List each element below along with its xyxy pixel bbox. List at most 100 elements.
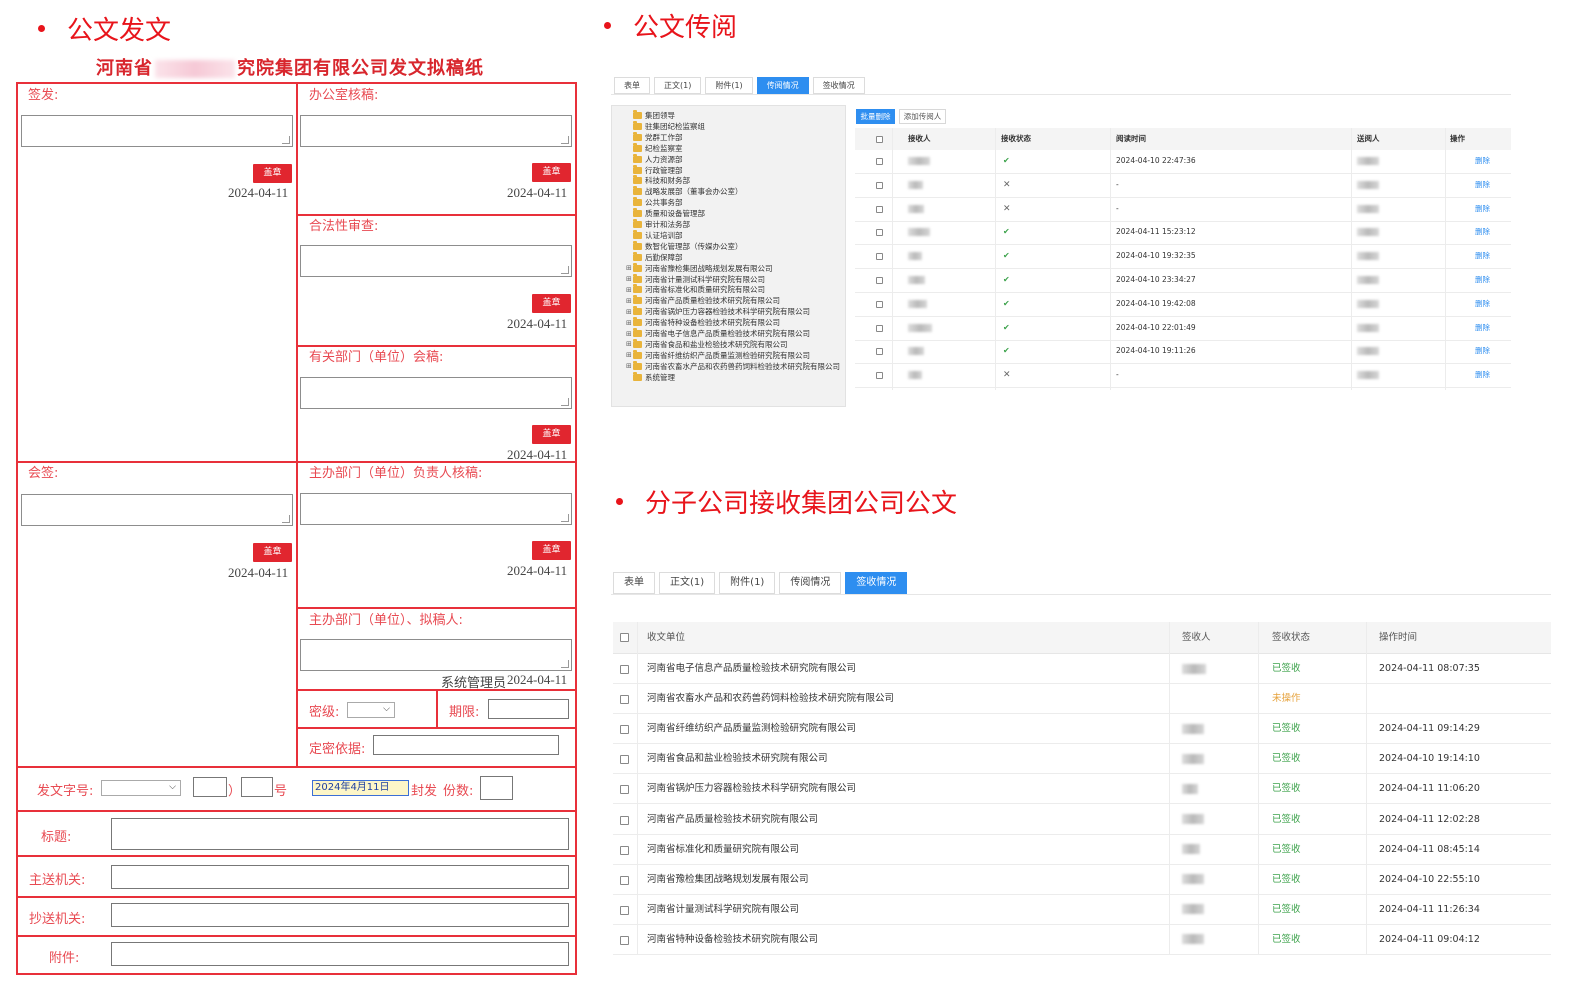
- deadline-input[interactable]: [488, 699, 569, 719]
- tree-item[interactable]: 系统管理: [626, 371, 675, 383]
- expand-icon[interactable]: ⊞: [626, 340, 633, 348]
- tab-circulation[interactable]: 传阅情况: [756, 77, 809, 94]
- tree-item[interactable]: 纪检监察室: [626, 142, 683, 154]
- sign-textarea[interactable]: [21, 115, 293, 147]
- row-checkbox[interactable]: [620, 935, 629, 945]
- legal-review-stamp-button[interactable]: 盖章: [532, 294, 571, 313]
- row-checkbox[interactable]: [620, 845, 629, 855]
- tab-receipt[interactable]: 签收情况: [845, 572, 908, 594]
- expand-icon[interactable]: ⊞: [626, 330, 633, 338]
- row-checkbox[interactable]: [876, 229, 883, 237]
- tree-item[interactable]: 审计和法务部: [626, 219, 690, 230]
- tree-item[interactable]: 战略发展部（董事会办公室）: [626, 186, 743, 197]
- delete-link[interactable]: 删除: [1475, 198, 1490, 221]
- doc-year-input[interactable]: [193, 777, 227, 797]
- doc-prefix-select[interactable]: ⌵: [101, 780, 181, 796]
- tree-item[interactable]: ⊞ 河南省标准化和质量研究院有限公司: [626, 284, 765, 295]
- tree-item[interactable]: 驻集团纪检监察组: [626, 120, 705, 132]
- copies-input[interactable]: [480, 776, 513, 800]
- seal-date-input[interactable]: 2024年4月11日: [312, 780, 409, 796]
- countersign-stamp-button[interactable]: 盖章: [253, 543, 292, 562]
- tree-item[interactable]: ⊞ 河南省农畜水产品和农药兽药饲料检验技术研究院有限公司: [626, 360, 840, 372]
- tab-circulation[interactable]: 传阅情况: [779, 572, 842, 594]
- row-checkbox[interactable]: [620, 875, 629, 885]
- row-checkbox[interactable]: [620, 755, 629, 765]
- tree-item[interactable]: ⊞ 河南省特种设备检验技术研究院有限公司: [626, 317, 780, 328]
- secret-basis-input[interactable]: [373, 735, 559, 755]
- delete-link[interactable]: 删除: [1475, 150, 1490, 173]
- expand-icon[interactable]: ⊞: [626, 308, 633, 316]
- row-checkbox[interactable]: [620, 815, 629, 825]
- office-review-stamp-button[interactable]: 盖章: [532, 163, 571, 182]
- delete-link[interactable]: 删除: [1475, 317, 1490, 340]
- dept-cosign-stamp-button[interactable]: 盖章: [532, 425, 571, 444]
- office-review-textarea[interactable]: [300, 115, 572, 147]
- expand-icon[interactable]: ⊞: [626, 297, 633, 305]
- tab-form[interactable]: 表单: [613, 572, 655, 594]
- row-checkbox[interactable]: [620, 785, 629, 795]
- tree-item[interactable]: 党群工作部: [626, 131, 683, 143]
- tree-item[interactable]: 认证培训部: [626, 229, 683, 241]
- delete-link[interactable]: 删除: [1475, 364, 1490, 387]
- row-checkbox[interactable]: [876, 372, 883, 380]
- row-checkbox[interactable]: [876, 158, 883, 165]
- expand-icon[interactable]: ⊞: [626, 275, 633, 283]
- row-checkbox[interactable]: [876, 181, 883, 189]
- sign-stamp-button[interactable]: 盖章: [253, 164, 292, 183]
- delete-link[interactable]: 删除: [1475, 221, 1490, 244]
- tree-item[interactable]: 数智化管理部（传媒办公室）: [626, 240, 743, 252]
- tree-item[interactable]: 后勤保障部: [626, 251, 683, 263]
- expand-icon[interactable]: ⊞: [626, 264, 633, 272]
- expand-icon[interactable]: ⊞: [626, 362, 633, 370]
- row-checkbox[interactable]: [876, 277, 883, 284]
- delete-link[interactable]: 删除: [1475, 245, 1490, 268]
- delete-link[interactable]: 删除: [1475, 269, 1490, 292]
- tree-item[interactable]: 行政管理部: [626, 164, 683, 176]
- row-checkbox[interactable]: [876, 348, 883, 356]
- expand-icon[interactable]: ⊞: [626, 286, 633, 294]
- delete-link[interactable]: 删除: [1475, 174, 1490, 197]
- tree-item[interactable]: ⊞ 河南省纤维纺织产品质量监测检验研究院有限公司: [626, 349, 810, 361]
- main-to-input[interactable]: [111, 865, 569, 889]
- cc-to-input[interactable]: [111, 903, 569, 927]
- tree-item[interactable]: ⊞ 河南省食品和盐业检验技术研究院有限公司: [626, 338, 788, 350]
- row-checkbox[interactable]: [620, 725, 629, 735]
- tab-body[interactable]: 正文(1): [659, 572, 716, 594]
- expand-icon[interactable]: ⊞: [626, 351, 633, 359]
- legal-review-textarea[interactable]: [300, 245, 572, 277]
- delete-link[interactable]: 删除: [1475, 340, 1490, 363]
- row-checkbox[interactable]: [620, 695, 629, 705]
- select-all-checkbox[interactable]: [876, 136, 883, 143]
- tab-body[interactable]: 正文(1): [654, 77, 702, 94]
- tab-form[interactable]: 表单: [614, 77, 650, 94]
- tree-item[interactable]: ⊞ 河南省计量测试科学研究院有限公司: [626, 273, 765, 285]
- tree-item[interactable]: 公共事务部: [626, 197, 683, 208]
- row-checkbox[interactable]: [620, 665, 629, 674]
- row-checkbox[interactable]: [876, 253, 883, 261]
- batch-delete-button[interactable]: 批量删除: [856, 109, 895, 124]
- delete-link[interactable]: 删除: [1475, 293, 1490, 316]
- tree-item[interactable]: ⊞ 河南省豫检集团战略规划发展有限公司: [626, 262, 773, 274]
- tree-item[interactable]: ⊞ 河南省锅炉压力容器检验技术科学研究院有限公司: [626, 306, 810, 317]
- host-head-review-stamp-button[interactable]: 盖章: [532, 541, 571, 560]
- tree-item[interactable]: ⊞ 河南省电子信息产品质量检验技术研究院有限公司: [626, 328, 810, 339]
- tree-item[interactable]: 科技和财务部: [626, 175, 690, 186]
- row-checkbox[interactable]: [876, 205, 883, 213]
- subject-input[interactable]: [111, 818, 569, 850]
- host-head-review-textarea[interactable]: [300, 493, 572, 525]
- tree-item[interactable]: 质量和设备管理部: [626, 208, 705, 219]
- row-checkbox[interactable]: [876, 324, 883, 332]
- row-checkbox[interactable]: [876, 300, 883, 308]
- dept-cosign-textarea[interactable]: [300, 377, 572, 409]
- tab-receipt[interactable]: 签收情况: [812, 77, 865, 94]
- countersign-textarea[interactable]: [21, 494, 293, 526]
- tree-item[interactable]: ⊞ 河南省产品质量检验技术研究院有限公司: [626, 295, 780, 306]
- add-reader-button[interactable]: 添加传阅人: [899, 109, 946, 124]
- expand-icon[interactable]: ⊞: [626, 319, 633, 327]
- host-drafter-textarea[interactable]: [300, 639, 572, 671]
- attachment-input[interactable]: [111, 942, 569, 966]
- tree-item[interactable]: 集团领导: [626, 110, 675, 121]
- row-checkbox[interactable]: [620, 905, 629, 915]
- tab-attachment[interactable]: 附件(1): [705, 77, 753, 94]
- tree-item[interactable]: 人力资源部: [626, 153, 683, 165]
